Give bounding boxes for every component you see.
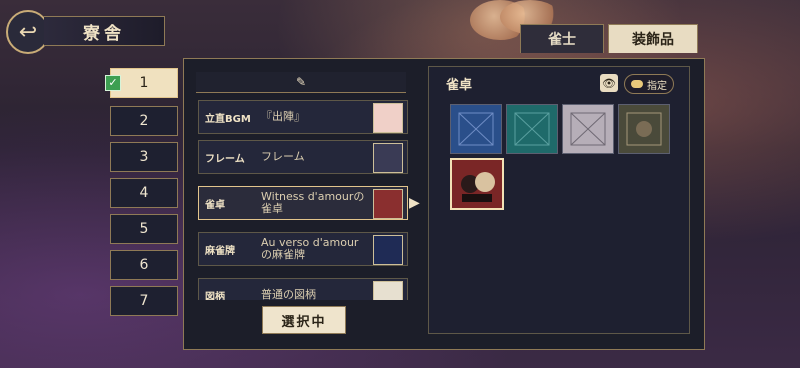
- slot-6[interactable]: 6: [110, 250, 178, 280]
- slot-2[interactable]: 2: [110, 106, 178, 136]
- edit-name-bar[interactable]: ✎: [196, 72, 406, 93]
- list-item[interactable]: 図柄 普通の図柄: [198, 278, 408, 300]
- list-item[interactable]: 雀卓 Witness d'amourの雀卓: [198, 186, 408, 220]
- preview-title: 雀卓: [446, 78, 473, 93]
- character-art-thumbnail: [461, 172, 495, 202]
- tile-thumbnail: [373, 235, 403, 265]
- list-item[interactable]: フレーム フレーム: [198, 140, 408, 174]
- toggle-knob: [631, 80, 643, 88]
- tab-jansi[interactable]: 雀士: [520, 24, 604, 53]
- select-button[interactable]: 選択中: [262, 306, 346, 334]
- check-icon: ✓: [105, 75, 121, 91]
- slot-1[interactable]: ✓ 1: [105, 68, 178, 98]
- slot-7[interactable]: 7: [110, 286, 178, 316]
- list-item[interactable]: 麻雀牌 Au verso d'amourの麻雀牌: [198, 232, 408, 266]
- tab-decorations[interactable]: 装飾品: [608, 24, 698, 53]
- table-pattern: [570, 112, 606, 146]
- table-pattern: [626, 112, 662, 146]
- table-option-ornate[interactable]: [618, 104, 670, 154]
- table-option-blue[interactable]: [450, 104, 502, 154]
- slot-5[interactable]: 5: [110, 214, 178, 244]
- table-option-selected[interactable]: [450, 158, 504, 210]
- back-arrow-icon: ↩: [18, 19, 38, 45]
- table-thumbnail: [373, 189, 403, 219]
- slot-4[interactable]: 4: [110, 178, 178, 208]
- edit-icon: ✎: [295, 75, 307, 89]
- page-title: 寮舎: [44, 16, 165, 46]
- frame-icon: [373, 143, 403, 173]
- table-option-gray[interactable]: [562, 104, 614, 154]
- table-pattern: [514, 112, 550, 146]
- table-option-teal[interactable]: [506, 104, 558, 154]
- pin-toggle[interactable]: 指定: [624, 74, 674, 94]
- decoration-list: 立直BGM 『出陣』 フレーム フレーム 雀卓 Witness d'amourの…: [198, 100, 408, 300]
- table-pattern: [458, 112, 494, 146]
- eye-icon[interactable]: 👁: [600, 74, 618, 92]
- slot-3[interactable]: 3: [110, 142, 178, 172]
- chevron-right-icon: ▶: [409, 195, 420, 211]
- list-item[interactable]: 立直BGM 『出陣』: [198, 100, 408, 134]
- pattern-thumbnail: [373, 281, 403, 300]
- music-icon: [373, 103, 403, 133]
